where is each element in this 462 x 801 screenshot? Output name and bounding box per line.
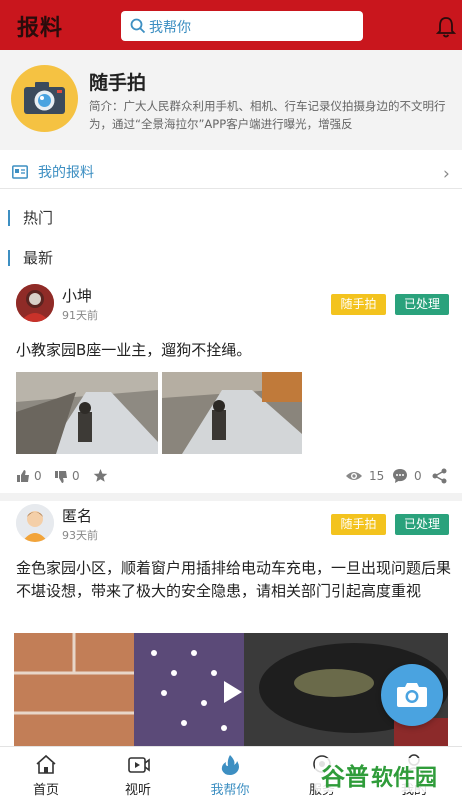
user-name[interactable]: 小坤 bbox=[62, 285, 92, 306]
tab-help[interactable]: 我帮你 bbox=[184, 747, 276, 801]
search-box[interactable]: 我帮你 bbox=[121, 11, 363, 41]
post-text: 金色家园小区，顺着窗户用插排给电动车充电，一旦出现问题后果不堪设想，带来了极大的… bbox=[16, 559, 452, 600]
thumbs-up-icon[interactable] bbox=[16, 469, 30, 483]
divider bbox=[0, 493, 462, 501]
section-latest[interactable]: 最新 bbox=[0, 244, 462, 274]
section-marker bbox=[8, 250, 10, 266]
avatar bbox=[16, 504, 54, 542]
watermark-logo: 谷普 软件园 bbox=[311, 752, 457, 796]
camera-icon bbox=[397, 683, 427, 707]
my-report-link[interactable]: 我的报料 › bbox=[0, 159, 462, 189]
post-time: 91天前 bbox=[62, 309, 98, 322]
tab-label: 首页 bbox=[32, 783, 59, 798]
bell-icon[interactable] bbox=[436, 16, 456, 38]
category-tag: 随手拍 bbox=[331, 294, 386, 315]
tab-label: 我帮你 bbox=[210, 783, 250, 798]
post-time: 93天前 bbox=[62, 529, 98, 542]
camera-logo-icon bbox=[11, 65, 78, 132]
user-name[interactable]: 匿名 bbox=[62, 505, 92, 526]
share-icon[interactable] bbox=[432, 468, 447, 484]
column-name: 随手拍 bbox=[89, 72, 147, 94]
thumbs-down-icon[interactable] bbox=[54, 470, 68, 484]
status-badge: 已处理 bbox=[395, 294, 449, 315]
comment-icon[interactable] bbox=[392, 468, 408, 484]
search-placeholder: 我帮你 bbox=[149, 20, 191, 36]
dislike-count: 0 bbox=[72, 469, 80, 483]
video-icon bbox=[128, 757, 150, 773]
tab-video[interactable]: 视听 bbox=[92, 747, 184, 801]
page-title: 报料 bbox=[17, 16, 64, 41]
post-image[interactable] bbox=[16, 372, 158, 454]
section-hot-label: 热门 bbox=[23, 209, 54, 227]
comment-count: 0 bbox=[414, 469, 422, 483]
report-card-icon bbox=[12, 165, 28, 179]
section-latest-label: 最新 bbox=[23, 249, 54, 267]
post-actions: 0 0 15 0 bbox=[0, 466, 462, 490]
post-image[interactable] bbox=[162, 372, 302, 454]
search-icon bbox=[130, 18, 146, 34]
avatar bbox=[16, 284, 54, 322]
chevron-right-icon: › bbox=[443, 164, 450, 184]
svg-text:谷普: 谷普 bbox=[321, 763, 369, 791]
column-description: 简介：广大人民群众利用手机、相机、行车记录仪拍摄身边的不文明行为，通过“全景海拉… bbox=[89, 99, 446, 131]
like-count: 0 bbox=[34, 469, 42, 483]
post-text: 小教家园B座一业主，遛狗不拴绳。 bbox=[16, 341, 252, 359]
flame-icon bbox=[221, 755, 239, 775]
status-badge: 已处理 bbox=[395, 514, 449, 535]
top-bar: 报料 我帮你 bbox=[0, 0, 462, 50]
view-count: 15 bbox=[369, 469, 385, 483]
tab-label: 视听 bbox=[124, 783, 151, 798]
column-intro: 随手拍 简介：广大人民群众利用手机、相机、行车记录仪拍摄身边的不文明行为，通过“… bbox=[0, 50, 462, 150]
section-hot[interactable]: 热门 bbox=[0, 204, 462, 234]
category-tag: 随手拍 bbox=[331, 514, 386, 535]
section-marker bbox=[8, 210, 10, 226]
tab-home[interactable]: 首页 bbox=[0, 747, 92, 801]
report-camera-button[interactable] bbox=[381, 664, 443, 726]
star-icon[interactable] bbox=[93, 468, 108, 483]
eye-icon bbox=[346, 472, 362, 480]
home-icon bbox=[36, 754, 56, 774]
my-report-label: 我的报料 bbox=[38, 165, 94, 181]
svg-text:软件园: 软件园 bbox=[371, 765, 437, 791]
